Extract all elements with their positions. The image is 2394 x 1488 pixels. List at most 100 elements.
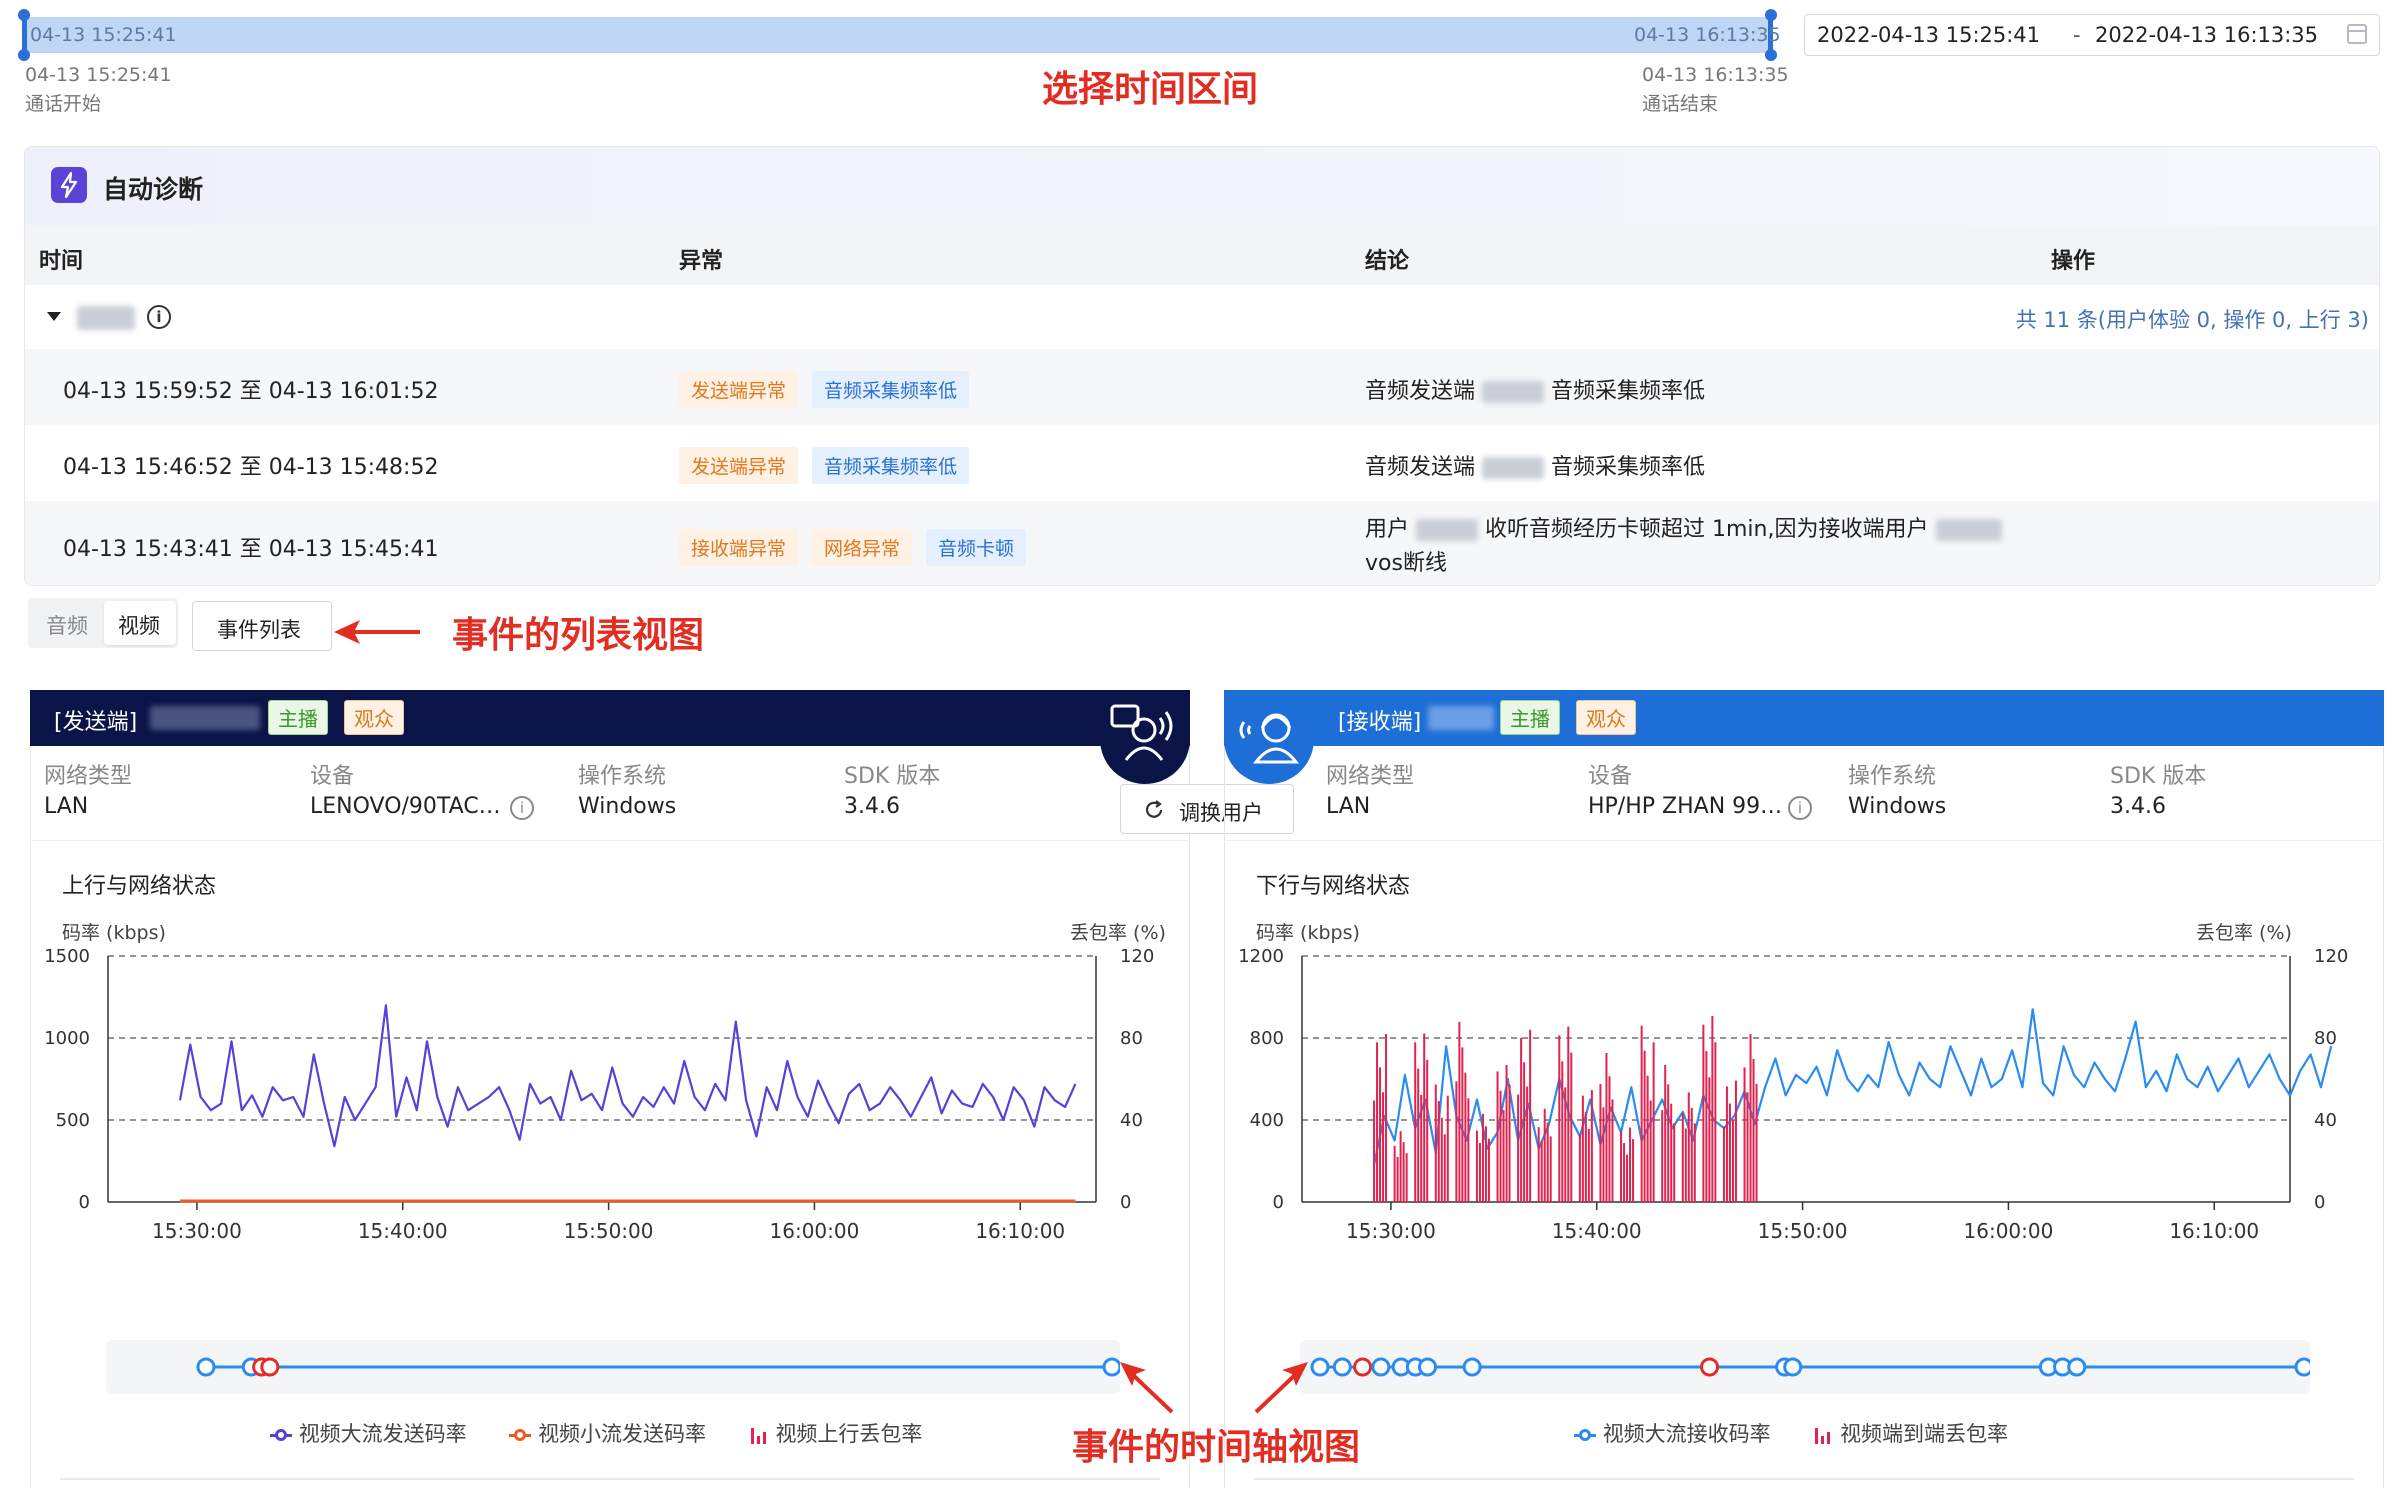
calendar-icon[interactable] bbox=[2347, 24, 2367, 44]
timeline-event-marker[interactable] bbox=[1418, 1357, 1438, 1377]
user-id-redacted bbox=[1482, 457, 1545, 479]
sender-value-os: Windows bbox=[578, 794, 677, 819]
timeline-event-marker[interactable] bbox=[1371, 1357, 1391, 1377]
legend-item-uplink-loss[interactable]: 视频上行丢包率 bbox=[749, 1422, 923, 1446]
user-id-redacted bbox=[1416, 519, 1479, 541]
date-range-separator: - bbox=[2073, 23, 2081, 47]
legend-marker-circle bbox=[509, 1428, 532, 1442]
range-handle-end-knob[interactable] bbox=[1765, 9, 1777, 21]
legend-label: 视频上行丢包率 bbox=[775, 1422, 923, 1446]
x-tick-label: 15:30:00 bbox=[152, 1219, 242, 1243]
receiver-value-sdk: 3.4.6 bbox=[2110, 794, 2166, 819]
receiver-value-network: LAN bbox=[1326, 794, 1371, 819]
timeline-event-marker[interactable] bbox=[2067, 1357, 2087, 1377]
tag-audio-stutter: 音频卡顿 bbox=[926, 529, 1027, 566]
event-list-button[interactable]: 事件列表 bbox=[192, 601, 332, 651]
timeline-event-marker[interactable] bbox=[196, 1357, 216, 1377]
tab-audio[interactable]: 音频 bbox=[46, 610, 88, 640]
legend-label: 视频小流发送码率 bbox=[538, 1422, 707, 1446]
group-user-id-redacted bbox=[77, 306, 135, 330]
range-handle-end-knob-bottom[interactable] bbox=[1765, 49, 1777, 61]
call-start-time: 04-13 15:25:41 bbox=[25, 64, 172, 86]
legend-item-e2e-loss[interactable]: 视频端到端丢包率 bbox=[1813, 1422, 2008, 1446]
date-range-picker[interactable]: 2022-04-13 15:25:41 - 2022-04-13 16:13:3… bbox=[1804, 14, 2380, 56]
call-end-time: 04-13 16:13:35 bbox=[1642, 64, 1789, 86]
row-tags: 接收端异常 网络异常 音频卡顿 bbox=[679, 529, 1040, 566]
annotation-event-list-view: 事件的列表视图 bbox=[452, 615, 705, 656]
sender-event-timeline[interactable] bbox=[106, 1340, 1120, 1394]
x-tick-label: 16:00:00 bbox=[1964, 1219, 2054, 1243]
series-line-0 bbox=[178, 1004, 1077, 1148]
info-icon[interactable]: i bbox=[147, 305, 171, 329]
timeline-event-marker[interactable] bbox=[1783, 1357, 1803, 1377]
refresh-icon bbox=[1145, 800, 1163, 818]
conclusion-part: 音频发送端 bbox=[1365, 455, 1476, 480]
tag-network-anomaly: 网络异常 bbox=[812, 529, 913, 566]
diagnosis-panel: 自动诊断 时间 异常 结论 操作 i 共 11 条(用户体验 0, 操作 0, … bbox=[24, 146, 2380, 586]
range-slider-track[interactable] bbox=[26, 17, 1772, 53]
x-tick-label: 16:10:00 bbox=[2169, 1219, 2259, 1243]
group-summary[interactable]: 共 11 条(用户体验 0, 操作 0, 上行 3) bbox=[2016, 304, 2369, 334]
tag-receiver-anomaly: 接收端异常 bbox=[679, 529, 799, 566]
y-tick-label: 800 bbox=[1250, 1028, 1284, 1049]
receiver-event-timeline[interactable] bbox=[1300, 1340, 2310, 1394]
legend-marker-bars bbox=[749, 1426, 769, 1444]
y2-tick-label: 0 bbox=[2314, 1192, 2325, 1213]
legend-marker-circle bbox=[270, 1428, 292, 1442]
sender-label-sdk: SDK 版本 bbox=[844, 764, 941, 789]
tag-audio-capture-low: 音频采集频率低 bbox=[812, 371, 970, 408]
info-icon[interactable]: i bbox=[1788, 796, 1812, 820]
y2-tick-label: 40 bbox=[2314, 1110, 2337, 1131]
annotation-select-range: 选择时间区间 bbox=[1042, 69, 1259, 110]
range-handle-start-knob[interactable] bbox=[18, 9, 30, 21]
table-row[interactable]: 04-13 15:43:41 至 04-13 15:45:41 接收端异常 网络异… bbox=[25, 501, 2379, 585]
conclusion-part: 音频采集频率低 bbox=[1551, 455, 1706, 480]
date-range-start[interactable]: 2022-04-13 15:25:41 bbox=[1817, 23, 2040, 47]
timeline-event-marker[interactable] bbox=[260, 1357, 280, 1377]
row-conclusion: 音频发送端 音频采集频率低 bbox=[1365, 373, 1705, 405]
page: 04-13 15:25:41 04-13 16:13:35 04-13 15:2… bbox=[0, 0, 2394, 1488]
y-tick-label: 0 bbox=[79, 1192, 90, 1213]
row-time: 04-13 15:46:52 至 04-13 15:48:52 bbox=[63, 455, 439, 480]
timeline-event-marker[interactable] bbox=[1700, 1357, 1720, 1377]
timeline-event-marker[interactable] bbox=[1332, 1357, 1352, 1377]
timeline-event-marker[interactable] bbox=[2294, 1357, 2310, 1377]
table-header bbox=[25, 225, 2379, 285]
sender-badge-audience: 观众 bbox=[344, 700, 404, 735]
y2-tick-label: 80 bbox=[1120, 1028, 1143, 1049]
group-row[interactable]: i 共 11 条(用户体验 0, 操作 0, 上行 3) bbox=[25, 285, 2379, 349]
range-handle-start-knob-bottom[interactable] bbox=[18, 49, 30, 61]
info-icon[interactable]: i bbox=[510, 796, 534, 820]
sender-label-network: 网络类型 bbox=[44, 764, 133, 789]
tab-video[interactable]: 视频 bbox=[104, 601, 176, 645]
sender-bottom-divider bbox=[60, 1478, 1160, 1480]
caret-down-icon[interactable] bbox=[47, 312, 61, 321]
y-tick-label: 1500 bbox=[44, 946, 90, 967]
timeline-event-marker[interactable] bbox=[1310, 1357, 1330, 1377]
date-range-end[interactable]: 2022-04-13 16:13:35 bbox=[2095, 23, 2318, 47]
receiver-label-network: 网络类型 bbox=[1326, 764, 1415, 789]
receiver-user-id-redacted bbox=[1428, 706, 1494, 730]
timeline-event-marker[interactable] bbox=[1462, 1357, 1482, 1377]
legend-item-recv-stream[interactable]: 视频大流接收码率 bbox=[1574, 1422, 1777, 1446]
table-row[interactable]: 04-13 15:46:52 至 04-13 15:48:52 发送端异常 音频采… bbox=[25, 425, 2379, 501]
y-tick-label: 0 bbox=[1273, 1192, 1284, 1213]
y2-tick-label: 0 bbox=[1120, 1192, 1131, 1213]
table-row[interactable]: 04-13 15:59:52 至 04-13 16:01:52 发送端异常 音频采… bbox=[25, 349, 2379, 425]
x-tick-label: 15:40:00 bbox=[1552, 1219, 1642, 1243]
user-id-redacted bbox=[1935, 519, 2002, 541]
legend-item-big-stream[interactable]: 视频大流发送码率 bbox=[270, 1422, 473, 1446]
conclusion-part: 用户 bbox=[1365, 517, 1410, 542]
col-anomaly-header: 异常 bbox=[679, 249, 724, 274]
legend-item-small-stream[interactable]: 视频小流发送码率 bbox=[509, 1422, 712, 1446]
conclusion-part: vos断线 bbox=[1365, 551, 1447, 576]
row-tags: 发送端异常 音频采集频率低 bbox=[679, 447, 983, 484]
conclusion-part: 收听音频经历卡顿超过 1min,因为接收端用户 bbox=[1485, 517, 1929, 542]
speaker-user-icon bbox=[1110, 704, 1173, 761]
x-tick-label: 16:10:00 bbox=[975, 1219, 1065, 1243]
timeline-event-marker[interactable] bbox=[1353, 1357, 1373, 1377]
row-conclusion: 音频发送端 音频采集频率低 bbox=[1365, 449, 1705, 481]
event-list-button-label: 事件列表 bbox=[217, 618, 301, 642]
y-tick-label: 500 bbox=[56, 1110, 90, 1131]
legend-label: 视频大流发送码率 bbox=[298, 1422, 467, 1446]
